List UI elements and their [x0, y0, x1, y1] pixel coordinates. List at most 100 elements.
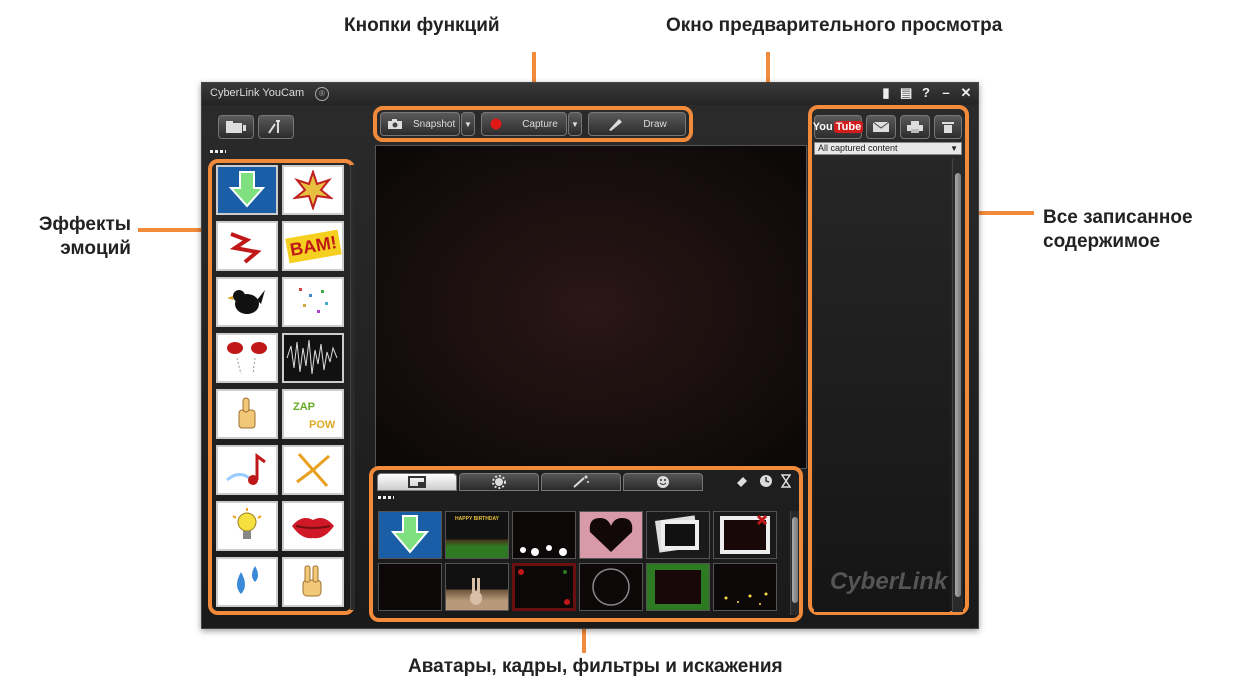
callout-emotion-effects-line2: эмоций	[60, 238, 131, 259]
capture-dropdown[interactable]: ▼	[568, 112, 582, 136]
lightbulb-icon	[232, 508, 262, 539]
snapshot-label: Snapshot	[413, 118, 456, 130]
clock-icon[interactable]	[759, 474, 773, 488]
effect-sparks[interactable]	[282, 445, 344, 495]
youcam-window: CyberLink YouCam ® ▮ ▤ ? – ✕ BAM! ZAP POW	[201, 82, 979, 629]
effect-lightbulb[interactable]	[216, 501, 278, 551]
frames-scrollbar[interactable]	[790, 511, 799, 615]
effect-lips[interactable]	[282, 501, 344, 551]
effect-thumbs-up[interactable]	[216, 389, 278, 439]
download-arrow-icon	[390, 515, 430, 554]
tab-avatars[interactable]	[377, 473, 457, 491]
callout-emotion-effects-line1: Эффекты	[38, 214, 131, 235]
tools-button[interactable]	[258, 115, 294, 139]
filter-dropdown-icon: ▼	[950, 144, 958, 153]
confetti-icon	[299, 288, 328, 313]
happy-birthday-label: HAPPY BIRTHDAY	[455, 516, 499, 522]
tab-frames[interactable]	[459, 473, 539, 491]
effect-water-drops[interactable]	[216, 557, 278, 607]
effect-bam[interactable]: BAM!	[282, 221, 344, 271]
bubbles-icon	[520, 545, 567, 556]
frame-rose-border[interactable]	[512, 563, 576, 611]
frame-dark-blank[interactable]	[378, 563, 442, 611]
close-icon[interactable]: ✕	[960, 85, 972, 101]
callout-emotion-effects: Эффекты эмоций	[38, 213, 131, 261]
eraser-icon[interactable]	[735, 475, 749, 487]
effect-explosion[interactable]	[282, 165, 344, 215]
help-icon[interactable]: ?	[920, 85, 932, 101]
circle-icon	[592, 568, 630, 606]
soundwave-icon	[286, 339, 338, 375]
captured-scrollbar-thumb[interactable]	[955, 173, 961, 597]
email-button[interactable]	[866, 115, 896, 139]
minimize-icon[interactable]: –	[940, 85, 952, 101]
effects-scrollbar[interactable]	[350, 165, 355, 610]
captured-scrollbar[interactable]	[952, 159, 963, 612]
frame-gift-ribbon[interactable]	[713, 511, 777, 559]
frames-panel-gripper[interactable]	[378, 496, 394, 499]
frame-heart[interactable]	[579, 511, 643, 559]
peace-hand-icon	[302, 565, 322, 597]
capture-button[interactable]: Capture	[481, 112, 567, 136]
avatar-screen-icon	[408, 476, 426, 488]
bottom-tabs	[377, 473, 797, 493]
svg-text:POW: POW	[309, 419, 335, 431]
trash-icon	[942, 122, 954, 133]
effect-soundwave[interactable]	[282, 333, 344, 383]
effect-download[interactable]	[216, 165, 278, 215]
effect-peace-hand[interactable]	[282, 557, 344, 607]
frame-download[interactable]	[378, 511, 442, 559]
draw-label: Draw	[643, 118, 667, 130]
cyberlink-watermark: CyberLink	[830, 568, 948, 595]
snapshot-button[interactable]: Snapshot	[380, 112, 460, 136]
frame-bubbles[interactable]	[512, 511, 576, 559]
youtube-tube-label: Tube	[833, 121, 864, 133]
music-note-icon	[226, 453, 266, 485]
callout-function-buttons: Кнопки функций	[344, 15, 500, 36]
youtube-button[interactable]: You Tube	[812, 115, 864, 139]
pencil-icon	[609, 119, 623, 131]
sparkle-stars-icon	[724, 592, 768, 605]
frame-photo-stack[interactable]	[646, 511, 710, 559]
draw-button[interactable]: Draw	[588, 112, 686, 136]
settings-window-icon[interactable]: ▤	[900, 85, 912, 101]
delete-button[interactable]	[934, 115, 962, 139]
heart-icon	[589, 518, 633, 552]
boxing-gloves-icon	[227, 342, 267, 375]
frame-circle[interactable]	[579, 563, 643, 611]
sparks-icon	[296, 453, 330, 487]
print-button[interactable]	[900, 115, 930, 139]
green-frame-icon	[655, 570, 701, 604]
effect-music-note[interactable]	[216, 445, 278, 495]
captured-content-list[interactable]: CyberLink	[814, 159, 950, 612]
frame-bunny[interactable]	[445, 563, 509, 611]
callout-preview-window: Окно предварительного просмотра	[666, 15, 1003, 36]
effect-bird[interactable]	[216, 277, 278, 327]
bam-label: BAM!	[284, 229, 342, 263]
bird-icon	[227, 290, 265, 314]
camera-icon	[388, 119, 402, 129]
tab-filters[interactable]	[541, 473, 621, 491]
frame-green[interactable]	[646, 563, 710, 611]
tab-emotions[interactable]	[623, 473, 703, 491]
effect-confetti[interactable]	[282, 277, 344, 327]
effects-panel-gripper[interactable]	[210, 150, 226, 153]
skin-icon[interactable]: ▮	[880, 85, 892, 101]
magic-wand-icon	[573, 475, 589, 488]
frame-sparkle-stars[interactable]	[713, 563, 777, 611]
effect-gloves[interactable]	[216, 333, 278, 383]
frame-happy-birthday[interactable]: HAPPY BIRTHDAY	[445, 511, 509, 559]
hourglass-icon[interactable]	[781, 474, 791, 488]
capture-label: Capture	[522, 118, 558, 130]
open-folder-button[interactable]	[218, 115, 254, 139]
frames-scrollbar-thumb[interactable]	[792, 517, 798, 603]
snapshot-dropdown[interactable]: ▼	[461, 112, 475, 136]
youtube-you-label: You	[812, 121, 833, 133]
content-filter-select[interactable]: All captured content ▼	[814, 142, 962, 155]
callout-captured-content-line2: содержимое	[1043, 231, 1161, 252]
lips-icon	[292, 518, 334, 539]
callout-captured-content: Все записанное содержимое	[1043, 206, 1193, 254]
effect-text-burst[interactable]: ZAP POW	[282, 389, 344, 439]
effect-zigzag[interactable]	[216, 221, 278, 271]
printer-icon	[907, 121, 923, 133]
